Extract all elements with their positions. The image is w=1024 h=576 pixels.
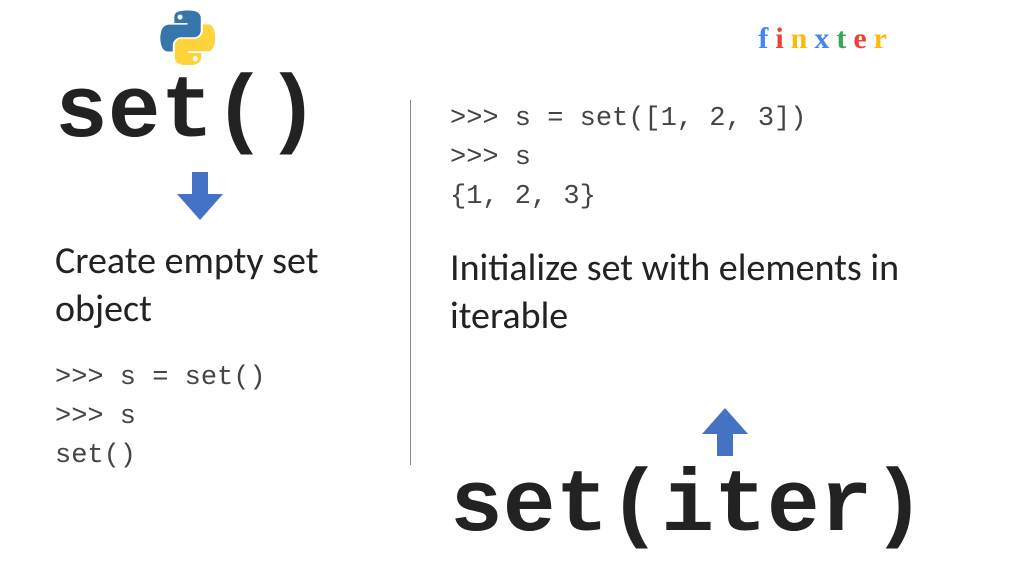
left-description: Create empty set object — [55, 238, 380, 333]
logo-letter-t: t — [836, 22, 853, 56]
left-column: set() Create empty set object >>> s = se… — [0, 60, 410, 576]
right-description: Initialize set with elements in iterable — [450, 245, 994, 340]
left-code-example: >>> s = set() >>> s set() — [55, 359, 380, 476]
logo-letter-n: n — [791, 22, 815, 56]
logo-letter-e: e — [853, 22, 873, 56]
right-column: >>> s = set([1, 2, 3]) >>> s {1, 2, 3} I… — [410, 60, 1024, 576]
logo-letter-i: i — [775, 22, 790, 56]
arrow-up-icon — [700, 408, 750, 456]
main-container: set() Create empty set object >>> s = se… — [0, 0, 1024, 576]
logo-letter-r: r — [874, 22, 894, 56]
right-code-example: >>> s = set([1, 2, 3]) >>> s {1, 2, 3} — [450, 100, 994, 217]
python-logo-icon — [160, 10, 215, 65]
logo-letter-x: x — [814, 22, 836, 56]
arrow-down-icon — [175, 172, 225, 220]
right-title-code: set(iter) — [450, 464, 925, 552]
left-title-code: set() — [55, 70, 380, 158]
logo-letter-f: f — [758, 22, 775, 56]
finxter-logo: finxter — [758, 22, 894, 56]
